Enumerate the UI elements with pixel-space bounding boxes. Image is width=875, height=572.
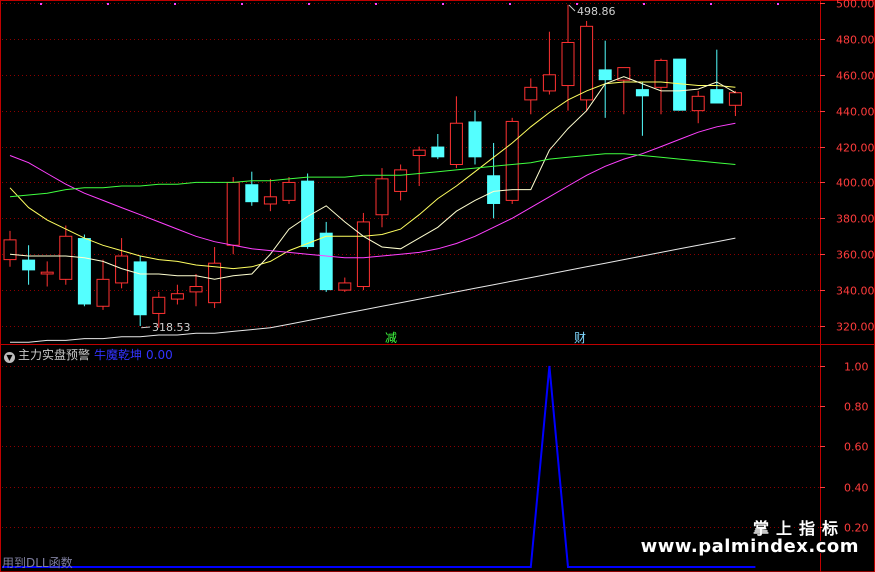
- price-tick-label: 360.00: [836, 249, 875, 262]
- top-marker: [375, 3, 377, 5]
- outer-frame: [0, 0, 875, 572]
- price-axis: 500.00 480.00 460.00 440.00 420.00 400.00 380.…: [820, 0, 875, 334]
- candle-body: [133, 261, 147, 316]
- top-marker: [777, 3, 779, 5]
- candle-body: [691, 95, 705, 112]
- candle-body: [654, 59, 668, 88]
- top-marker: [442, 3, 444, 5]
- candle-body: [170, 293, 184, 300]
- price-tick-label: 500.00: [836, 0, 875, 11]
- candle-body: [245, 184, 259, 203]
- price-tick-label: 460.00: [836, 70, 875, 83]
- price-tick-label: 420.00: [836, 142, 875, 155]
- top-marker: [509, 3, 511, 5]
- collapse-arrow-icon[interactable]: ▼: [4, 352, 15, 363]
- candle-body: [226, 181, 240, 246]
- candle-body: [710, 89, 724, 104]
- candle-body: [319, 232, 333, 291]
- candle-body: [77, 238, 91, 305]
- low-pointer: [141, 326, 151, 329]
- candle-body: [561, 41, 575, 87]
- candle-body: [542, 74, 556, 92]
- candle-body: [152, 296, 166, 314]
- moving-average-line: [9, 122, 736, 259]
- price-tick-label: 320.00: [836, 321, 875, 334]
- candle-body: [3, 239, 17, 261]
- indicator-tick-label: 0.20: [844, 522, 869, 535]
- moving-average-line: [9, 76, 736, 280]
- mark-jian: 减: [385, 331, 397, 345]
- high-annotation: 498.86: [577, 5, 616, 18]
- candle-body: [394, 169, 408, 192]
- candle-body: [728, 92, 742, 106]
- candle-body: [282, 181, 296, 201]
- price-tick-label: 400.00: [836, 177, 875, 190]
- top-marker: [40, 3, 42, 5]
- candle-body: [356, 221, 370, 288]
- candle-body: [431, 146, 445, 158]
- price-tick-label: 380.00: [836, 213, 875, 226]
- candle-body: [412, 149, 426, 157]
- mark-cai: 财: [574, 331, 586, 345]
- candle-body: [96, 278, 110, 307]
- price-tick-label: 480.00: [836, 34, 875, 47]
- candle-body: [263, 196, 277, 205]
- indicator-tick-label: 1.00: [844, 361, 869, 374]
- candle-body: [40, 271, 54, 275]
- indicator-tick-label: 0.60: [844, 441, 869, 454]
- candle-body: [598, 69, 612, 81]
- indicator-title-bar: ▼ 主力实盘预警 牛魔乾坤 0.00: [4, 346, 173, 363]
- candle-body: [338, 282, 352, 291]
- stock-chart[interactable]: 500.00 480.00 460.00 440.00 420.00 400.00 380.…: [0, 0, 875, 572]
- indicator-title: 主力实盘预警: [18, 348, 91, 362]
- candle-body: [468, 121, 482, 158]
- indicator-tick-label: 0.40: [844, 482, 869, 495]
- candlesticks[interactable]: [3, 4, 742, 328]
- top-marker: [241, 3, 243, 5]
- top-marker: [308, 3, 310, 5]
- candle-body: [22, 259, 36, 271]
- top-marker: [710, 3, 712, 5]
- grid-lines: [0, 0, 875, 572]
- price-tick-label: 440.00: [836, 106, 875, 119]
- candle-body: [635, 89, 649, 97]
- top-marker: [174, 3, 176, 5]
- candle-body: [59, 235, 73, 280]
- candle-body: [189, 286, 203, 293]
- indicator-axis: 1.00 0.80 0.60 0.40 0.20: [820, 361, 869, 535]
- candle-body: [524, 86, 538, 101]
- footer-note: 用到DLL函数: [2, 556, 73, 570]
- indicator-series-name: 牛魔乾坤: [94, 348, 143, 362]
- indicator-value: 0.00: [146, 348, 173, 362]
- candle-body: [487, 175, 501, 204]
- watermark-url: www.palmindex.com: [640, 536, 859, 557]
- top-marker: [107, 3, 109, 5]
- moving-average-lines: [9, 76, 736, 343]
- candle-body: [449, 122, 463, 165]
- price-tick-label: 340.00: [836, 285, 875, 298]
- top-marker: [643, 3, 645, 5]
- candle-body: [208, 262, 222, 304]
- candle-body: [375, 178, 389, 216]
- high-pointer: [568, 4, 576, 12]
- low-annotation: 318.53: [152, 321, 191, 334]
- candle-body: [505, 120, 519, 201]
- moving-average-line: [9, 153, 736, 198]
- indicator-tick-label: 0.80: [844, 401, 869, 414]
